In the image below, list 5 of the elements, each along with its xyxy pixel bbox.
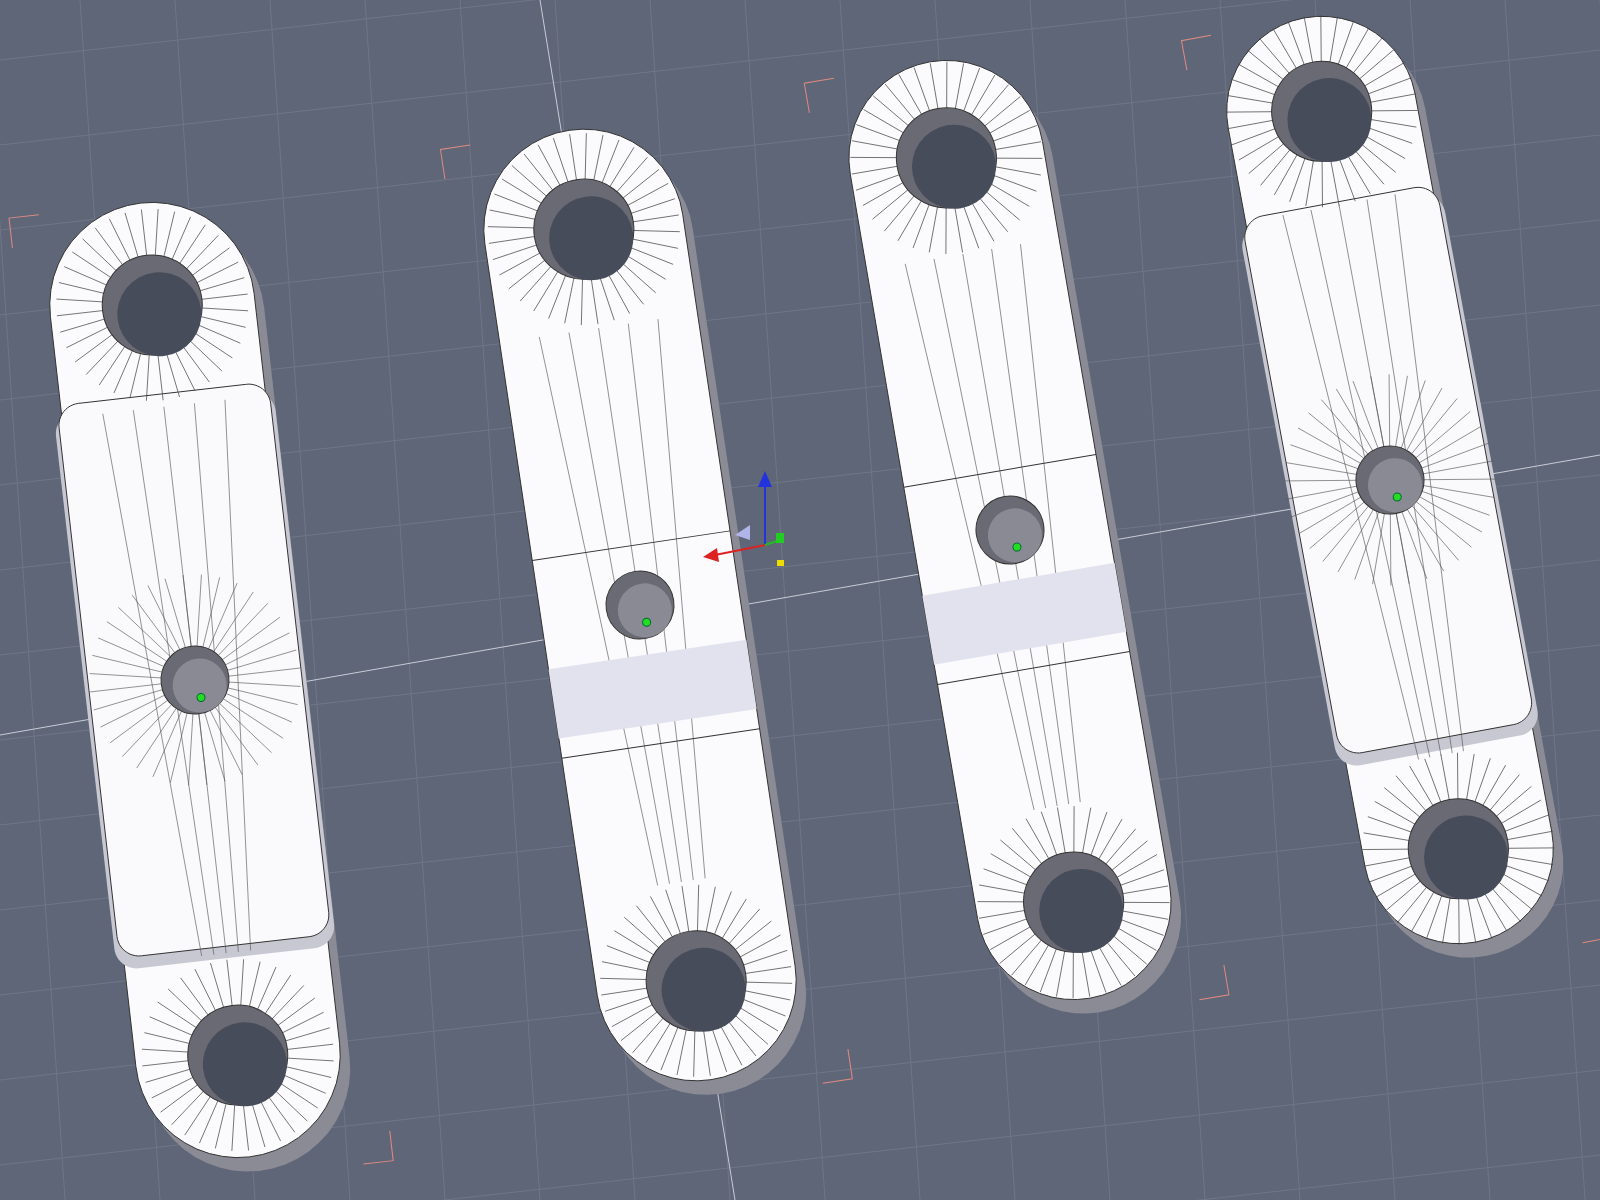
- bracket-part[interactable]: [49, 201, 351, 1172]
- transform-gizmo-icon[interactable]: [703, 471, 784, 566]
- bracket-part[interactable]: [483, 128, 807, 1095]
- bracket-part[interactable]: [848, 60, 1181, 1014]
- bracket-part[interactable]: [1225, 14, 1564, 958]
